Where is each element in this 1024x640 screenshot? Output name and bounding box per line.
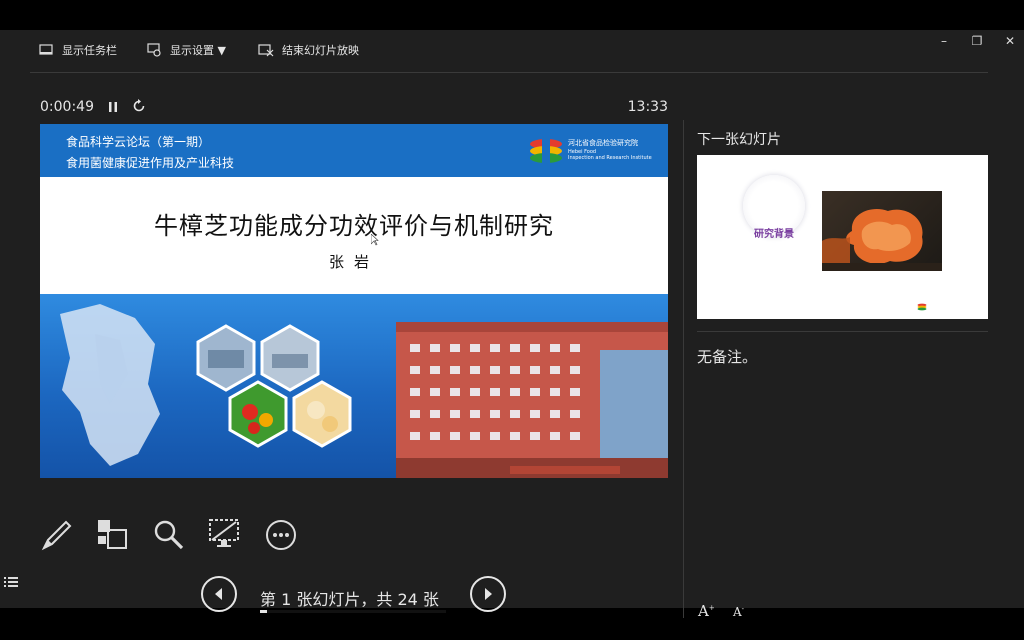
- hexagon-photo-lab-2: [260, 324, 320, 392]
- slide-header-banner: 食品科学云论坛（第一期） 食用菌健康促进作用及产业科技 河北省食品检验研究院 H…: [40, 124, 668, 177]
- slide-progress-bar: [260, 610, 446, 613]
- all-slides-icon[interactable]: [96, 518, 130, 552]
- slide-counter[interactable]: 第 1 张幻灯片，共 24 张: [260, 586, 439, 610]
- triangle-left-icon: [215, 588, 222, 600]
- slide-title: 牛樟芝功能成分功效评价与机制研究: [154, 212, 554, 240]
- minimize-button[interactable]: –: [932, 34, 956, 48]
- previous-slide-button[interactable]: [201, 576, 237, 612]
- notes-divider: [697, 331, 988, 332]
- slide-header-line2: 食用菌健康促进作用及产业科技: [66, 156, 235, 170]
- toolbar-divider: [30, 72, 988, 73]
- list-menu-icon[interactable]: [4, 576, 18, 588]
- end-show-icon: [258, 44, 274, 57]
- taskbar-icon: [39, 44, 53, 55]
- current-time: 13:33: [627, 99, 668, 115]
- restart-timer-button[interactable]: [131, 98, 147, 114]
- end-slideshow-label: 结束幻灯片放映: [282, 44, 359, 57]
- next-slide-mushroom-photo: [822, 191, 942, 271]
- pen-tool-icon[interactable]: [40, 518, 74, 552]
- display-settings-label: 显示设置 ▼: [170, 44, 226, 57]
- black-screen-icon[interactable]: [208, 518, 242, 552]
- next-slide-button[interactable]: [470, 576, 506, 612]
- slide-progress-fill: [260, 610, 268, 613]
- increase-font-button[interactable]: A+: [698, 602, 715, 620]
- restore-button[interactable]: ❐: [965, 34, 989, 48]
- hexagon-photo-lab-1: [196, 324, 256, 392]
- mouse-cursor-icon: [371, 234, 379, 246]
- presenter-toolbar: 显示任务栏 显示设置 ▼ 结束幻灯片放映 – ❐ ✕: [0, 30, 1024, 74]
- pause-timer-button[interactable]: [106, 100, 120, 114]
- increase-font-label: A: [698, 602, 709, 620]
- next-slide-label: 下一张幻灯片: [697, 132, 781, 148]
- end-slideshow-button[interactable]: 结束幻灯片放映: [258, 42, 359, 58]
- close-button[interactable]: ✕: [998, 34, 1022, 48]
- logo-en-text-2: Inspection and Research Institute: [568, 155, 652, 161]
- next-slide-logo-icon: [917, 303, 927, 311]
- slide-collage-illustration: [60, 304, 668, 478]
- show-taskbar-label: 显示任务栏: [62, 44, 117, 57]
- monitor-settings-icon: [147, 43, 161, 57]
- hexagon-photo-vegetables: [228, 380, 288, 448]
- next-slide-heading: 研究背景: [754, 229, 794, 240]
- triangle-right-icon: [485, 588, 492, 600]
- current-slide[interactable]: 食品科学云论坛（第一期） 食用菌健康促进作用及产业科技 河北省食品检验研究院 H…: [40, 124, 668, 478]
- mushroom-image: [822, 209, 942, 271]
- presenter-view: 显示任务栏 显示设置 ▼ 结束幻灯片放映 – ❐ ✕ 0:00:49 13:33: [0, 30, 1024, 620]
- pane-divider[interactable]: [683, 120, 684, 618]
- institute-logo-icon: [530, 139, 562, 163]
- elapsed-timer: 0:00:49: [40, 99, 94, 115]
- next-slide-thumbnail[interactable]: 研究背景: [697, 155, 988, 319]
- institute-building: [396, 322, 668, 478]
- logo-cn-text: 河北省食品检验研究院: [568, 139, 638, 147]
- slide-header-line1: 食品科学云论坛（第一期）: [66, 135, 211, 149]
- speaker-notes[interactable]: 无备注。: [697, 346, 757, 367]
- decrease-font-label: A: [733, 605, 742, 619]
- slide-photo-banner: [40, 294, 668, 478]
- decrease-font-button[interactable]: A-: [733, 605, 744, 619]
- display-settings-button[interactable]: 显示设置 ▼: [146, 42, 226, 58]
- more-options-icon[interactable]: [264, 518, 298, 552]
- zoom-magnifier-icon[interactable]: [152, 518, 186, 552]
- hexagon-photo-fruits: [292, 380, 352, 448]
- show-taskbar-button[interactable]: 显示任务栏: [38, 42, 117, 58]
- slide-author: 张岩: [328, 253, 379, 271]
